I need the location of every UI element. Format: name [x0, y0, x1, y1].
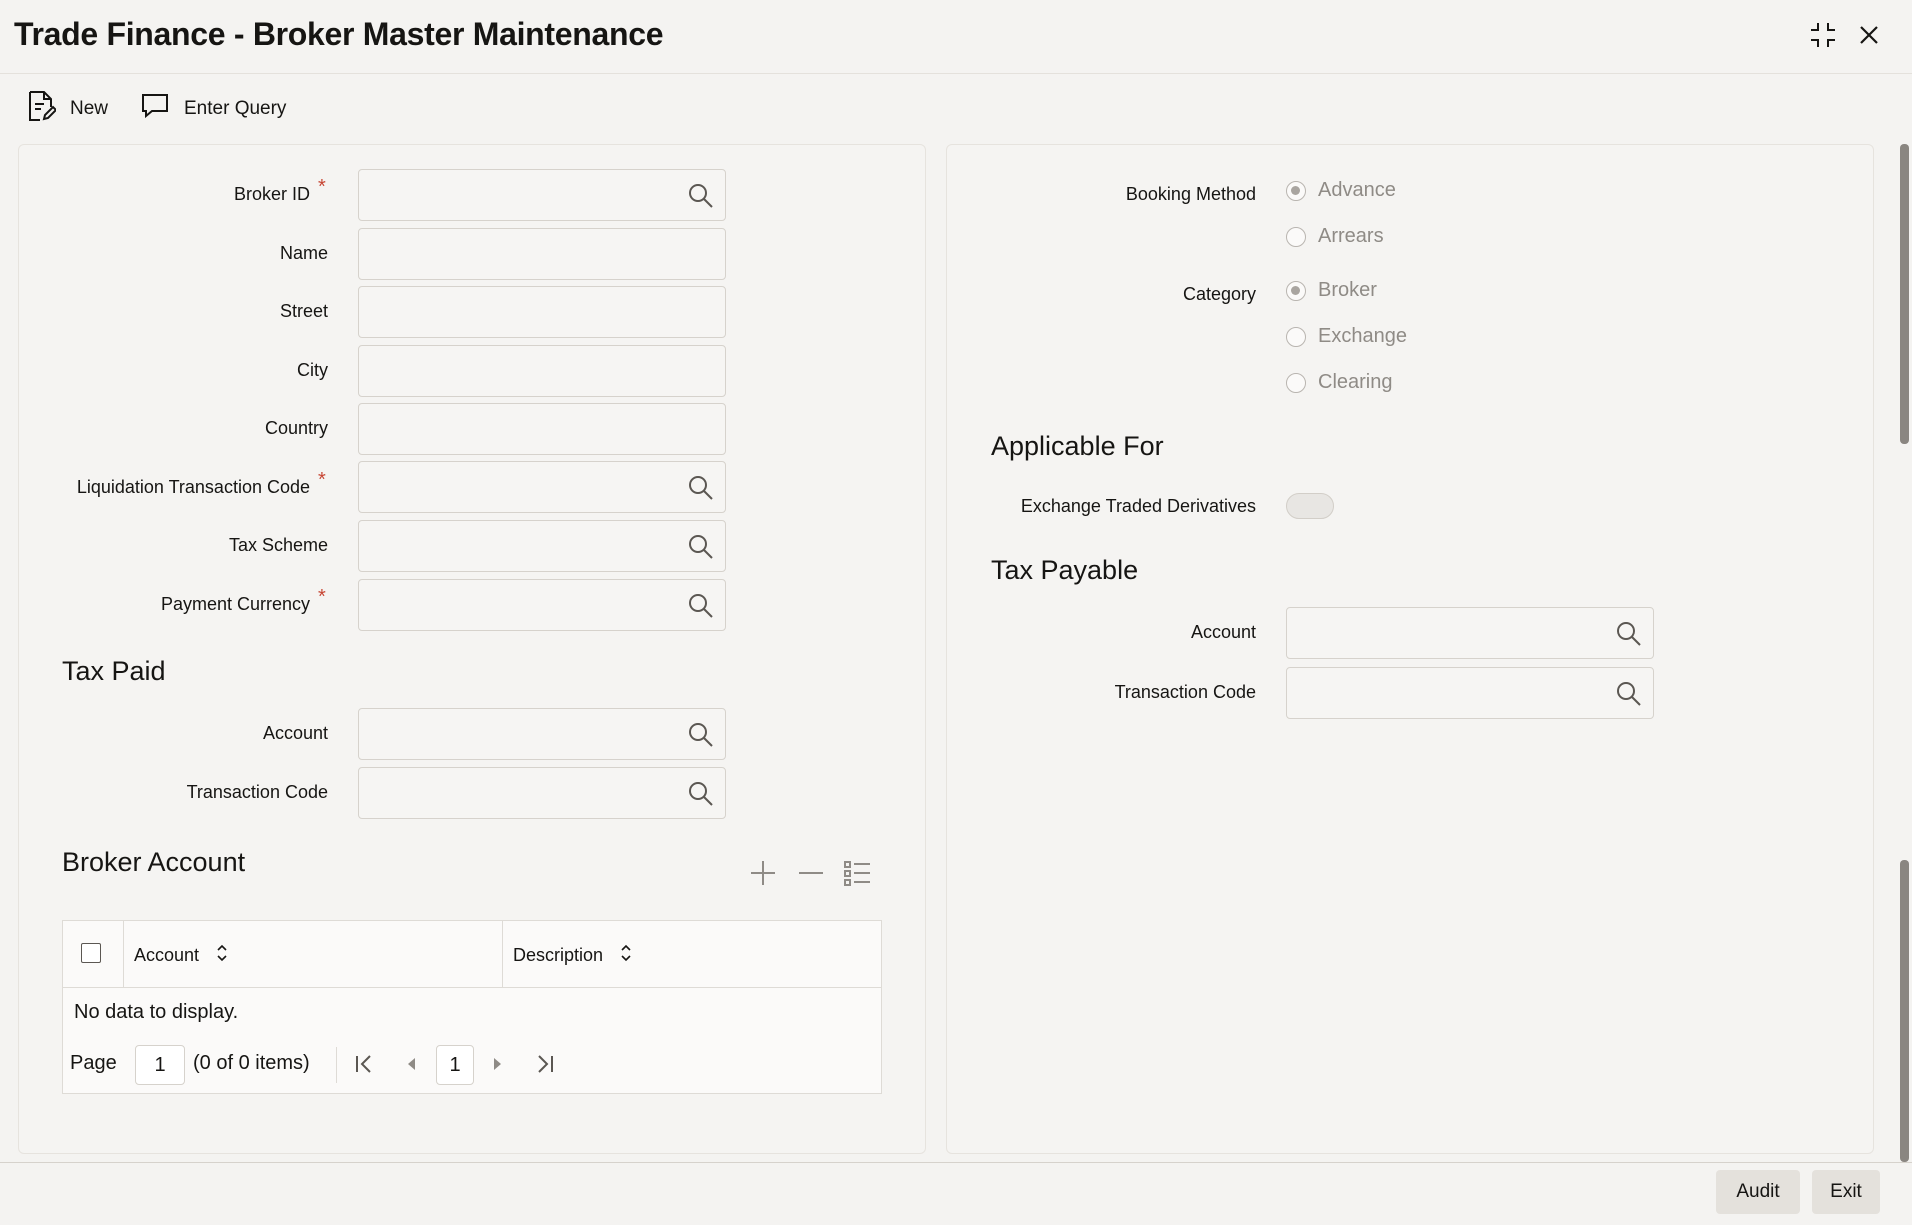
- close-icon[interactable]: [1852, 18, 1886, 52]
- enter-query-button[interactable]: Enter Query: [140, 90, 286, 128]
- booking-method-label: Booking Method: [1125, 184, 1256, 204]
- radio-selected-icon: [1286, 280, 1306, 301]
- category-broker-radio[interactable]: Broker: [1286, 279, 1377, 302]
- category-exchange-radio[interactable]: Exchange: [1286, 325, 1407, 348]
- current-page-button[interactable]: 1: [436, 1045, 474, 1085]
- payment-currency-label: Payment Currency: [160, 594, 310, 614]
- country-label: Country: [264, 418, 328, 438]
- tax-paid-account-label: Account: [262, 723, 328, 743]
- table-header: Account Description: [63, 921, 881, 988]
- category-clearing-radio[interactable]: Clearing: [1286, 371, 1392, 394]
- scrollbar-thumb[interactable]: [1900, 860, 1909, 1162]
- scrollbar-thumb[interactable]: [1900, 144, 1909, 444]
- comment-icon: [140, 91, 170, 127]
- booking-advance-label: Advance: [1318, 179, 1396, 201]
- tax-scheme-label: Tax Scheme: [228, 535, 328, 555]
- sort-icon[interactable]: [215, 943, 229, 968]
- booking-arrears-radio[interactable]: Arrears: [1286, 225, 1384, 248]
- items-count: (0 of 0 items): [193, 1052, 310, 1074]
- tax-payable-account-field[interactable]: [1286, 607, 1654, 659]
- search-icon[interactable]: [687, 182, 715, 215]
- name-field[interactable]: [358, 228, 726, 280]
- booking-arrears-label: Arrears: [1318, 225, 1384, 247]
- category-exchange-label: Exchange: [1318, 325, 1407, 347]
- footer-bar: [0, 1162, 1912, 1225]
- account-column-header[interactable]: Account: [134, 943, 229, 968]
- tax-paid-transaction-code-label: Transaction Code: [186, 782, 328, 802]
- category-clearing-label: Clearing: [1318, 371, 1393, 393]
- window-title: Trade Finance - Broker Master Maintenanc…: [14, 16, 664, 52]
- required-marker: *: [318, 469, 326, 491]
- next-page-icon[interactable]: [487, 1050, 507, 1083]
- list-view-icon[interactable]: [842, 858, 872, 893]
- page-label: Page: [70, 1052, 117, 1074]
- broker-id-field[interactable]: [358, 169, 726, 221]
- broker-id-label: Broker ID: [233, 184, 310, 204]
- add-row-icon[interactable]: [748, 858, 778, 893]
- exit-button[interactable]: Exit: [1812, 1170, 1880, 1214]
- column-divider: [123, 921, 124, 988]
- category-broker-label: Broker: [1318, 279, 1377, 301]
- search-icon[interactable]: [687, 592, 715, 625]
- new-button-label: New: [70, 98, 109, 119]
- pager-divider: [336, 1047, 337, 1083]
- tax-scheme-field[interactable]: [358, 520, 726, 572]
- street-label: Street: [279, 301, 328, 321]
- tax-payable-account-label: Account: [1190, 622, 1256, 642]
- page-number-input[interactable]: 1: [135, 1045, 185, 1085]
- new-document-icon: [26, 90, 58, 128]
- required-marker: *: [318, 176, 326, 198]
- search-icon[interactable]: [1615, 620, 1643, 653]
- vertical-scrollbar[interactable]: [1900, 144, 1910, 1162]
- previous-page-icon[interactable]: [402, 1050, 422, 1083]
- empty-table-message: No data to display.: [74, 1001, 239, 1023]
- tax-payable-transaction-code-field[interactable]: [1286, 667, 1654, 719]
- city-label: City: [297, 360, 328, 380]
- radio-unselected-icon: [1286, 326, 1306, 347]
- description-column-header[interactable]: Description: [513, 943, 633, 968]
- name-label: Name: [279, 243, 328, 263]
- liquidation-code-label: Liquidation Transaction Code: [76, 477, 310, 497]
- tax-paid-transaction-code-field[interactable]: [358, 767, 726, 819]
- liquidation-code-field[interactable]: [358, 461, 726, 513]
- sort-icon[interactable]: [619, 943, 633, 968]
- title-bar: Trade Finance - Broker Master Maintenanc…: [0, 0, 1912, 74]
- street-field[interactable]: [358, 286, 726, 338]
- search-icon[interactable]: [1615, 680, 1643, 713]
- compress-icon[interactable]: [1806, 18, 1840, 52]
- radio-unselected-icon: [1286, 226, 1306, 247]
- category-label: Category: [1182, 284, 1256, 304]
- radio-unselected-icon: [1286, 372, 1306, 393]
- last-page-icon[interactable]: [532, 1050, 556, 1083]
- radio-selected-icon: [1286, 180, 1306, 201]
- exchange-traded-toggle[interactable]: [1286, 493, 1334, 519]
- account-column-label: Account: [134, 945, 200, 965]
- remove-row-icon[interactable]: [796, 858, 826, 893]
- exchange-traded-label: Exchange Traded Derivatives: [1020, 496, 1256, 516]
- country-field[interactable]: [358, 403, 726, 455]
- booking-advance-radio[interactable]: Advance: [1286, 179, 1396, 202]
- enter-query-label: Enter Query: [184, 98, 287, 119]
- new-button[interactable]: New: [26, 90, 108, 128]
- select-all-checkbox[interactable]: [81, 943, 101, 963]
- required-marker: *: [318, 586, 326, 608]
- tax-paid-account-field[interactable]: [358, 708, 726, 760]
- city-field[interactable]: [358, 345, 726, 397]
- audit-button[interactable]: Audit: [1716, 1170, 1800, 1214]
- search-icon[interactable]: [687, 780, 715, 813]
- tax-payable-transaction-code-label: Transaction Code: [1114, 682, 1256, 702]
- column-divider: [502, 921, 503, 988]
- tax-payable-title: Tax Payable: [991, 555, 1139, 585]
- broker-account-title: Broker Account: [62, 847, 246, 877]
- applicable-for-title: Applicable For: [991, 431, 1164, 461]
- search-icon[interactable]: [687, 533, 715, 566]
- tax-paid-title: Tax Paid: [62, 656, 166, 686]
- search-icon[interactable]: [687, 721, 715, 754]
- description-column-label: Description: [513, 945, 604, 965]
- search-icon[interactable]: [687, 474, 715, 507]
- payment-currency-field[interactable]: [358, 579, 726, 631]
- first-page-icon[interactable]: [353, 1050, 377, 1083]
